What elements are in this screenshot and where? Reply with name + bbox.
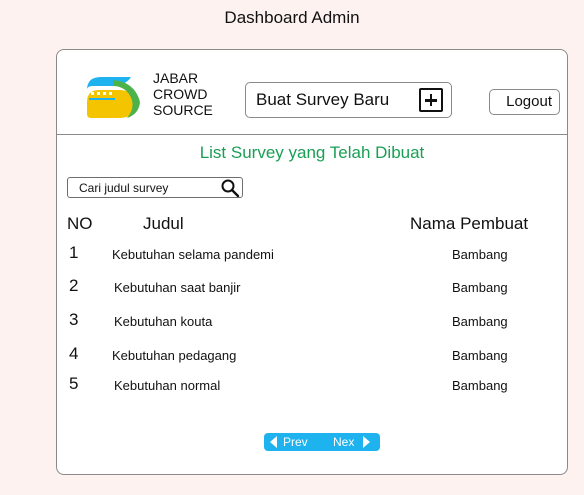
table-row[interactable]: 5 Kebutuhan normal Bambang (57, 374, 567, 400)
table-row[interactable]: 3 Kebutuhan kouta Bambang (57, 310, 567, 336)
brand-name: JABAR CROWD SOURCE (153, 70, 213, 118)
create-survey-label: Buat Survey Baru (256, 90, 390, 109)
pagination: Prev Nex (264, 433, 380, 451)
search-input[interactable] (68, 178, 218, 197)
row-title: Kebutuhan selama pandemi (112, 247, 274, 262)
prev-label: Prev (283, 435, 308, 449)
row-creator: Bambang (452, 247, 508, 262)
row-title: Kebutuhan kouta (114, 314, 213, 329)
panel-header: JABAR CROWD SOURCE Buat Survey Baru Logo… (57, 50, 567, 135)
next-label: Nex (333, 435, 355, 449)
row-number: 1 (69, 243, 79, 262)
chevron-right-icon (363, 436, 371, 448)
row-creator: Bambang (452, 378, 508, 393)
page-title: Dashboard Admin (224, 8, 360, 27)
next-button[interactable]: Nex (322, 433, 380, 451)
plus-icon (419, 88, 443, 112)
table-row[interactable]: 4 Kebutuhan pedagang Bambang (57, 344, 567, 370)
row-title: Kebutuhan normal (114, 378, 221, 393)
row-creator: Bambang (452, 314, 508, 329)
brand-line-3: SOURCE (153, 102, 213, 118)
brand-line-2: CROWD (153, 86, 208, 102)
header-no: NO (67, 214, 93, 233)
header-creator: Nama Pembuat (410, 214, 529, 233)
chevron-left-icon (270, 436, 277, 448)
prev-button[interactable]: Prev (264, 433, 322, 451)
row-title: Kebutuhan saat banjir (114, 280, 241, 295)
table-row[interactable]: 1 Kebutuhan selama pandemi Bambang (57, 243, 567, 269)
search-icon[interactable] (220, 178, 240, 198)
table-row[interactable]: 2 Kebutuhan saat banjir Bambang (57, 276, 567, 302)
row-creator: Bambang (452, 348, 508, 363)
row-number: 3 (69, 310, 79, 329)
brand-line-1: JABAR (153, 70, 199, 86)
jabar-logo-icon (87, 77, 140, 118)
row-title: Kebutuhan pedagang (112, 348, 237, 363)
search-box (67, 177, 243, 198)
logout-button[interactable]: Logout (489, 89, 560, 115)
list-title: List Survey yang Telah Dibuat (199, 143, 425, 162)
row-creator: Bambang (452, 280, 508, 295)
row-number: 5 (69, 374, 79, 393)
row-number: 4 (69, 344, 79, 363)
header-title: Judul (143, 214, 184, 233)
create-survey-button[interactable]: Buat Survey Baru (245, 82, 452, 118)
admin-panel: JABAR CROWD SOURCE Buat Survey Baru Logo… (56, 49, 568, 475)
row-number: 2 (69, 276, 79, 295)
